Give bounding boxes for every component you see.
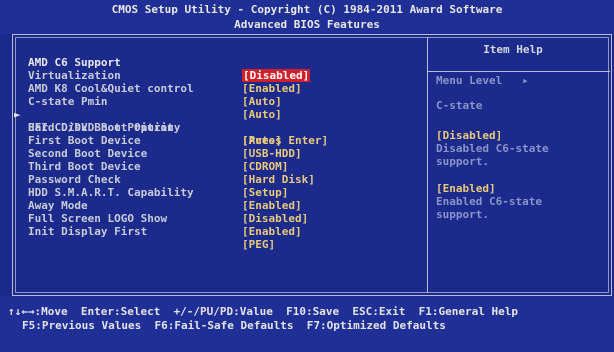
setting-row-efi-cd-dvd[interactable]: EFI CD/DVD Boot Option [Auto] bbox=[22, 108, 402, 147]
help-separator bbox=[428, 71, 610, 72]
settings-list: AMD C6 Support [Disabled] Virtualization… bbox=[14, 43, 402, 251]
setting-value[interactable]: [PEG] bbox=[242, 238, 275, 251]
header-subtitle: Advanced BIOS Features bbox=[234, 18, 380, 31]
setting-row-hdd-smart[interactable]: HDD S.M.A.R.T. Capability [Enabled] bbox=[22, 173, 402, 212]
setting-row-first-boot[interactable]: First Boot Device [USB-HDD] bbox=[22, 121, 402, 160]
setting-row-away-mode[interactable]: Away Mode [Disabled] bbox=[22, 186, 402, 225]
item-help-title: Item Help bbox=[483, 43, 543, 56]
setting-row-virtualization[interactable]: Virtualization [Enabled] bbox=[22, 56, 402, 95]
key-legend-line-1: ↑↓←→:Move Enter:Select +/-/PU/PD:Value F… bbox=[8, 305, 518, 318]
help-option-enabled-desc-1: Enabled C6-state bbox=[436, 195, 542, 208]
setting-row-cool-quiet[interactable]: AMD K8 Cool&Quiet control [Auto] bbox=[22, 69, 402, 108]
setting-row-password-check[interactable]: Password Check [Setup] bbox=[22, 160, 402, 199]
help-menu-level: Menu Level ▸ bbox=[436, 74, 529, 87]
setting-row-init-display[interactable]: Init Display First [PEG] bbox=[22, 212, 402, 251]
key-legend-footer: ↑↓←→:Move Enter:Select +/-/PU/PD:Value F… bbox=[0, 296, 614, 352]
help-option-disabled-desc-1: Disabled C6-state bbox=[436, 142, 549, 155]
setting-row-second-boot[interactable]: Second Boot Device [CDROM] bbox=[22, 134, 402, 173]
help-option-enabled-desc-2: support. bbox=[436, 208, 489, 221]
help-state-title: C-state bbox=[436, 99, 483, 112]
setting-row-third-boot[interactable]: Third Boot Device [Hard Disk] bbox=[22, 147, 402, 186]
setting-label: Init Display First bbox=[28, 225, 148, 238]
bios-header: CMOS Setup Utility - Copyright (C) 1984-… bbox=[0, 0, 614, 34]
help-option-disabled: [Disabled] bbox=[436, 129, 503, 142]
setting-value[interactable]: [Enabled] bbox=[242, 225, 302, 238]
help-option-disabled-desc-2: support. bbox=[436, 155, 489, 168]
key-legend-line-2: F5:Previous Values F6:Fail-Safe Defaults… bbox=[22, 319, 446, 332]
setting-row-amd-c6-support[interactable]: AMD C6 Support [Disabled] bbox=[22, 43, 402, 82]
setting-row-c-state-pmin[interactable]: C-state Pmin [Auto] bbox=[22, 82, 402, 121]
setting-row-full-screen-logo[interactable]: Full Screen LOGO Show [Enabled] bbox=[22, 199, 402, 238]
submenu-arrow-icon: ► bbox=[14, 108, 21, 121]
help-option-enabled: [Enabled] bbox=[436, 182, 496, 195]
header-title: CMOS Setup Utility - Copyright (C) 1984-… bbox=[111, 3, 503, 16]
setting-row-hdd-boot-priority[interactable]: ► Hard Disk Boot Priority [Press Enter] bbox=[14, 95, 402, 147]
panel-divider bbox=[427, 37, 428, 293]
